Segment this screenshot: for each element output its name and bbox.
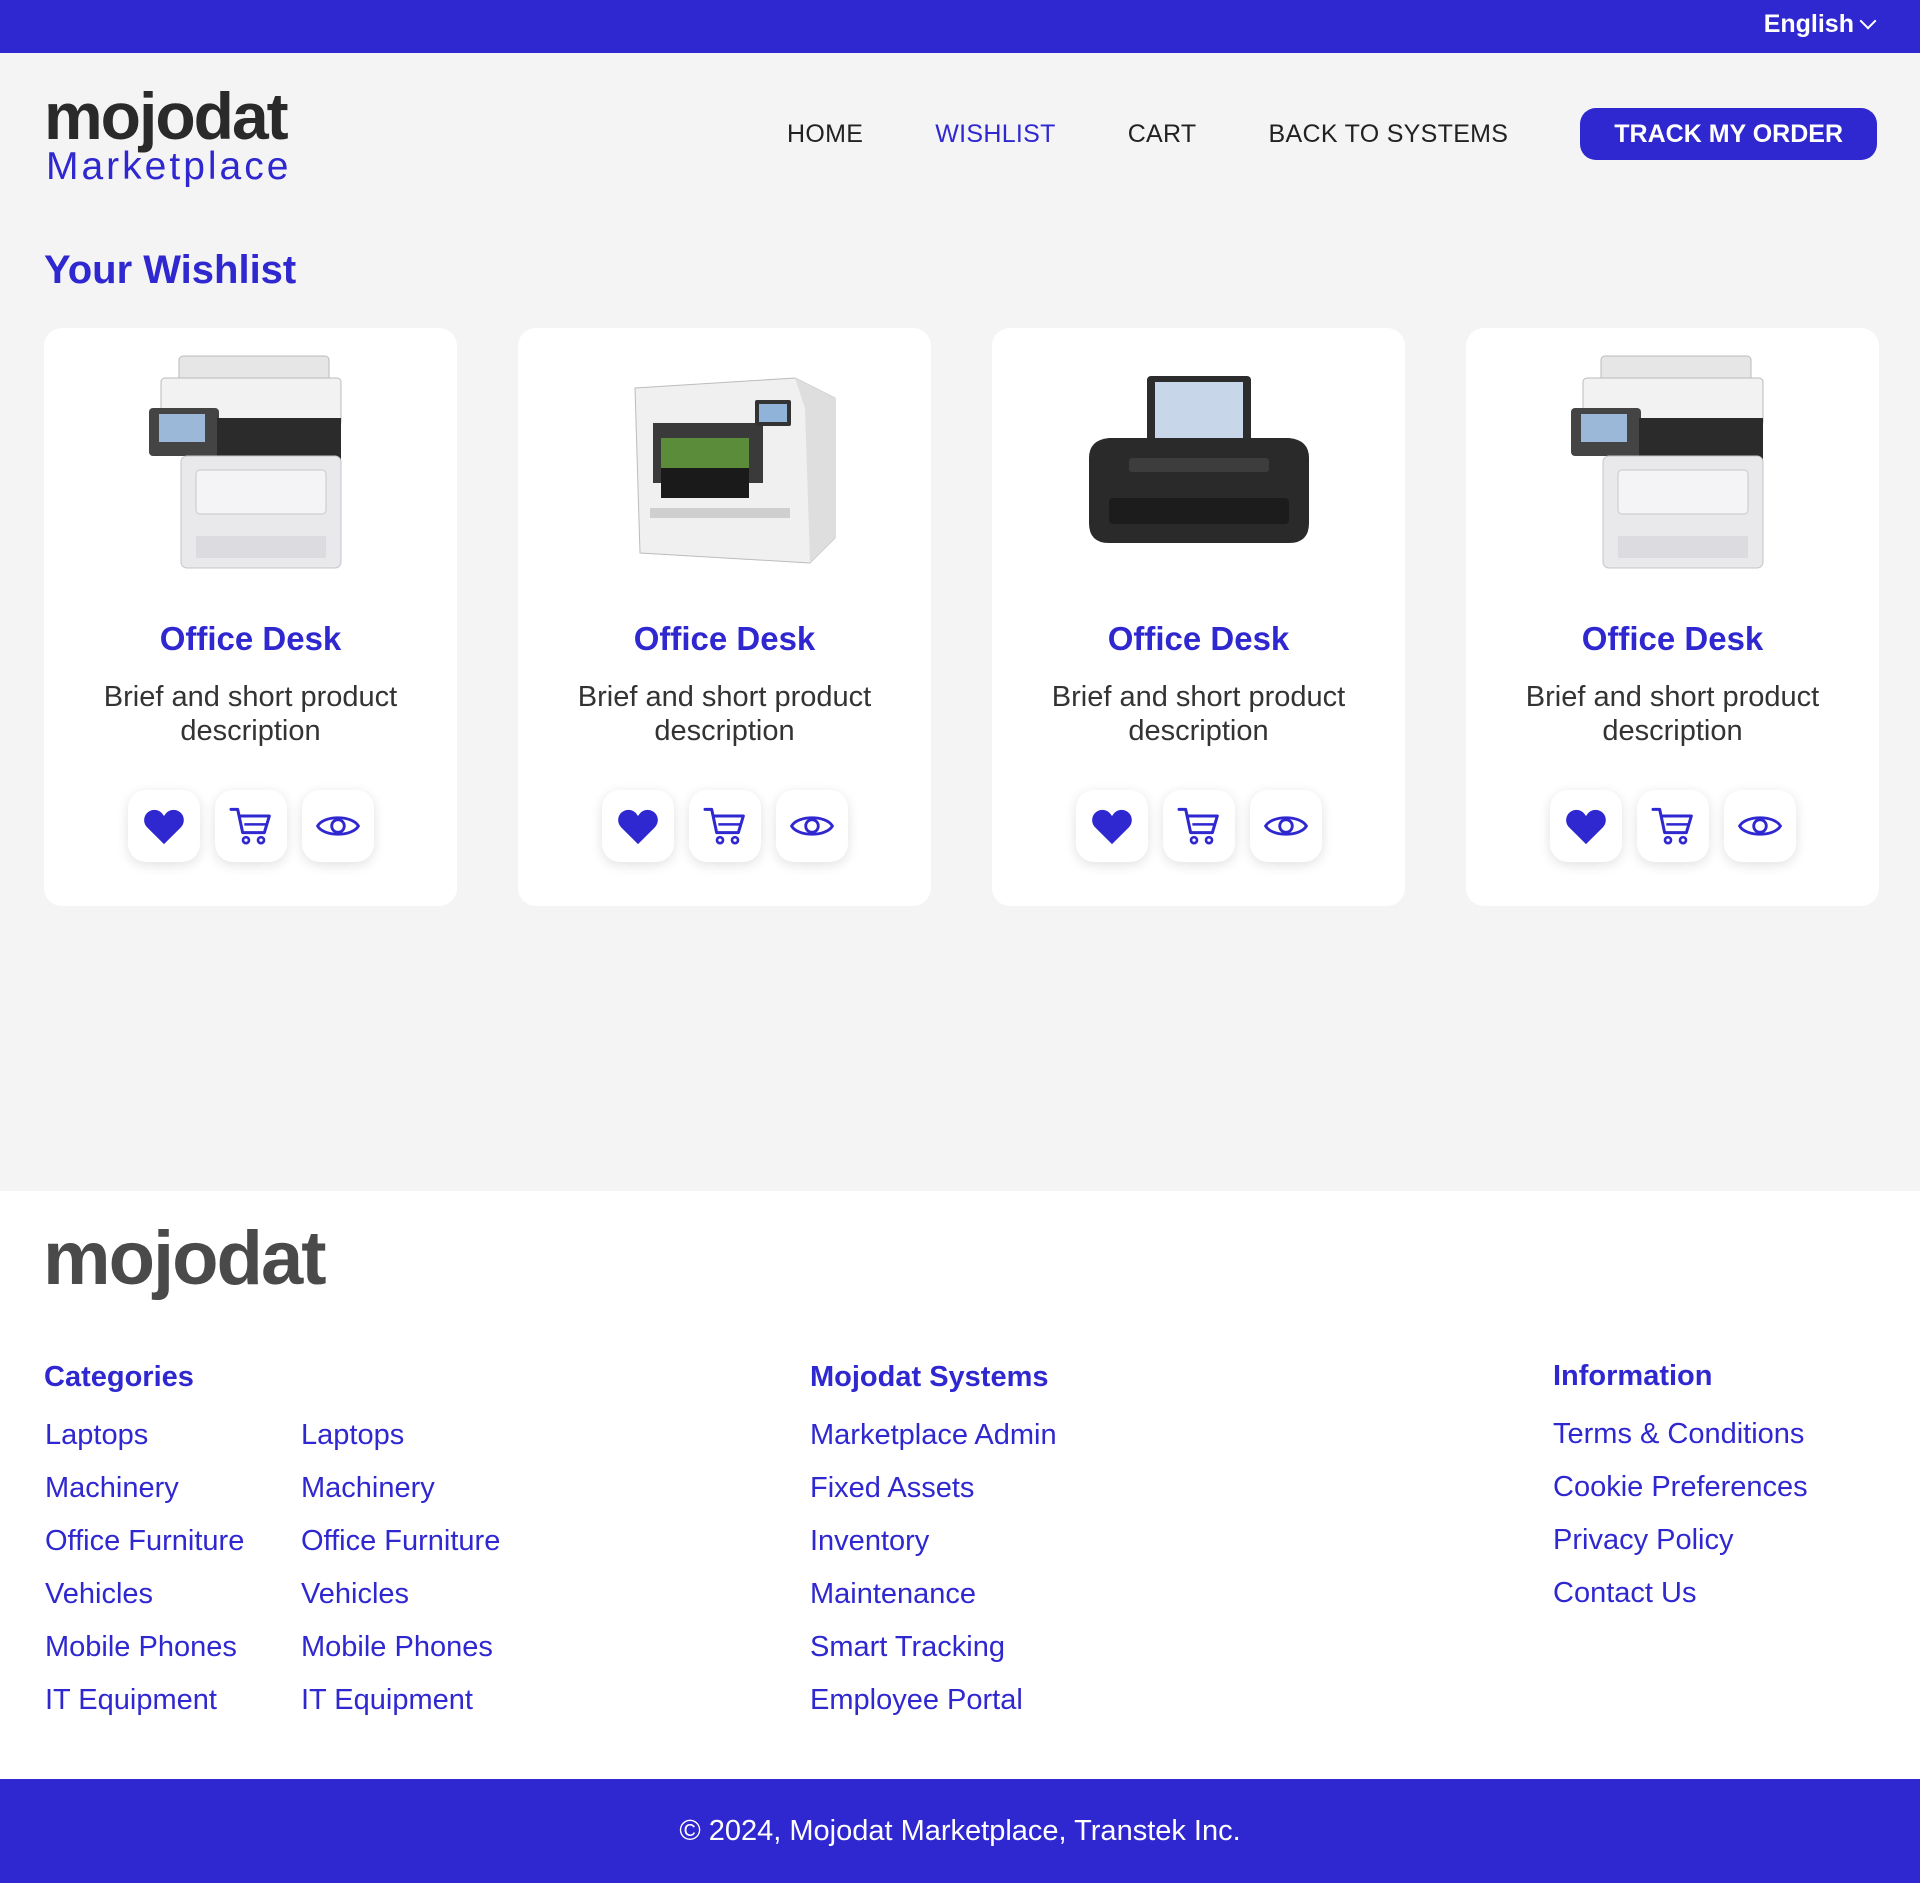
footer-link[interactable]: Laptops (45, 1417, 244, 1470)
chevron-down-icon (1859, 12, 1877, 29)
footer-link[interactable]: Privacy Policy (1553, 1522, 1808, 1575)
footer-link[interactable]: Cookie Preferences (1553, 1469, 1808, 1522)
footer-link[interactable]: Smart Tracking (810, 1629, 1057, 1682)
view-button[interactable] (1249, 790, 1322, 862)
footer-link[interactable]: Inventory (810, 1523, 1057, 1576)
main-nav: HOME WISHLIST CART BACK TO SYSTEMS TRACK… (787, 108, 1877, 160)
photo-printer-image[interactable] (1069, 348, 1329, 578)
eye-icon (315, 816, 360, 836)
product-description: Brief and short product description (577, 681, 872, 747)
label-printer-image[interactable] (595, 348, 855, 578)
categories-heading: Categories (44, 1361, 194, 1393)
footer-link[interactable]: Marketplace Admin (810, 1417, 1057, 1470)
cart-icon (1177, 807, 1219, 845)
page-title: Your Wishlist (44, 248, 297, 292)
eye-icon (1263, 816, 1308, 836)
multifunction-printer-image[interactable] (121, 348, 381, 578)
copyright-bar: © 2024, Mojodat Marketplace, Transtek In… (0, 1779, 1920, 1883)
wishlist-button[interactable] (601, 790, 674, 862)
nav-back-to-systems[interactable]: BACK TO SYSTEMS (1269, 120, 1509, 149)
footer-link[interactable]: Maintenance (810, 1576, 1057, 1629)
footer-logo[interactable]: mojodat (43, 1219, 327, 1299)
footer-link[interactable]: Machinery (45, 1470, 244, 1523)
card-actions (992, 790, 1405, 862)
categories-list-2: Laptops Machinery Office Furniture Vehic… (301, 1417, 500, 1735)
nav-wishlist[interactable]: WISHLIST (935, 120, 1055, 149)
categories-list-1: Laptops Machinery Office Furniture Vehic… (45, 1417, 244, 1735)
site-footer: mojodat Categories Laptops Machinery Off… (0, 1191, 1920, 1779)
footer-link[interactable]: Terms & Conditions (1553, 1416, 1808, 1469)
add-to-cart-button[interactable] (688, 790, 761, 862)
product-card: Office Desk Brief and short product desc… (992, 328, 1405, 906)
product-description: Brief and short product description (1525, 681, 1820, 747)
footer-link[interactable]: Mobile Phones (301, 1629, 500, 1682)
product-card: Office Desk Brief and short product desc… (1466, 328, 1879, 906)
logo-wordmark: mojodat (44, 79, 289, 153)
systems-heading: Mojodat Systems (810, 1361, 1049, 1393)
footer-link[interactable]: Employee Portal (810, 1682, 1057, 1735)
copyright-text: © 2024, Mojodat Marketplace, Transtek In… (679, 1815, 1241, 1847)
eye-icon (1737, 816, 1782, 836)
footer-link[interactable]: Machinery (301, 1470, 500, 1523)
footer-link[interactable]: Vehicles (45, 1576, 244, 1629)
heart-icon (1091, 809, 1132, 845)
wishlist-grid: Office Desk Brief and short product desc… (44, 328, 1879, 906)
product-description: Brief and short product description (103, 681, 398, 747)
wishlist-button[interactable] (1075, 790, 1148, 862)
eye-icon (789, 816, 834, 836)
heart-icon (617, 809, 658, 845)
heart-icon (143, 809, 184, 845)
card-actions (1466, 790, 1879, 862)
footer-link[interactable]: Office Furniture (301, 1523, 500, 1576)
view-button[interactable] (1723, 790, 1796, 862)
nav-cart[interactable]: CART (1128, 120, 1197, 149)
wishlist-button[interactable] (127, 790, 200, 862)
card-actions (518, 790, 931, 862)
logo-subtitle: Marketplace (46, 145, 292, 188)
language-bar: English (0, 0, 1920, 53)
site-logo[interactable]: mojodat Marketplace (44, 83, 291, 187)
add-to-cart-button[interactable] (1636, 790, 1709, 862)
information-list: Terms & Conditions Cookie Preferences Pr… (1553, 1416, 1808, 1628)
product-card: Office Desk Brief and short product desc… (44, 328, 457, 906)
add-to-cart-button[interactable] (214, 790, 287, 862)
product-name[interactable]: Office Desk (44, 620, 457, 658)
view-button[interactable] (775, 790, 848, 862)
language-selector[interactable]: English (1763, 10, 1877, 39)
card-actions (44, 790, 457, 862)
product-card: Office Desk Brief and short product desc… (518, 328, 931, 906)
add-to-cart-button[interactable] (1162, 790, 1235, 862)
product-name[interactable]: Office Desk (992, 620, 1405, 658)
footer-link[interactable]: Office Furniture (45, 1523, 244, 1576)
heart-icon (1565, 809, 1606, 845)
footer-link[interactable]: Vehicles (301, 1576, 500, 1629)
cart-icon (229, 807, 271, 845)
language-label: English (1763, 10, 1854, 38)
track-order-button[interactable]: TRACK MY ORDER (1580, 108, 1877, 160)
footer-link[interactable]: IT Equipment (301, 1682, 500, 1735)
view-button[interactable] (301, 790, 374, 862)
cart-icon (1651, 807, 1693, 845)
cart-icon (703, 807, 745, 845)
product-name[interactable]: Office Desk (518, 620, 931, 658)
footer-link[interactable]: Contact Us (1553, 1575, 1808, 1628)
systems-list: Marketplace Admin Fixed Assets Inventory… (810, 1417, 1057, 1735)
product-description: Brief and short product description (1051, 681, 1346, 747)
information-heading: Information (1553, 1360, 1713, 1392)
product-name[interactable]: Office Desk (1466, 620, 1879, 658)
footer-link[interactable]: Fixed Assets (810, 1470, 1057, 1523)
multifunction-printer-image[interactable] (1543, 348, 1803, 578)
footer-link[interactable]: IT Equipment (45, 1682, 244, 1735)
wishlist-button[interactable] (1549, 790, 1622, 862)
site-header: mojodat Marketplace HOME WISHLIST CART B… (0, 53, 1920, 208)
nav-home[interactable]: HOME (787, 120, 863, 149)
footer-link[interactable]: Laptops (301, 1417, 500, 1470)
footer-link[interactable]: Mobile Phones (45, 1629, 244, 1682)
